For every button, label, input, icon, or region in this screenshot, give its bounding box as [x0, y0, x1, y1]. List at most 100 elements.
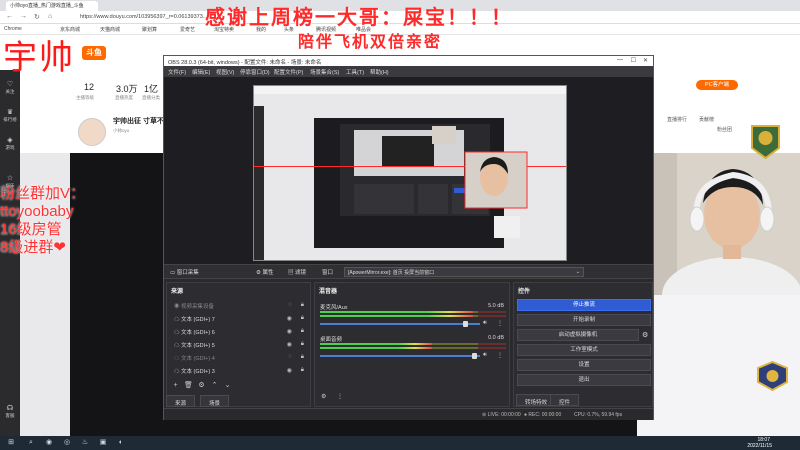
refresh-icon[interactable]: ↻	[34, 13, 40, 21]
virtual-camera-button[interactable]: 启动虚拟摄像机	[517, 329, 639, 341]
lock-icon[interactable]: 🔒︎	[301, 302, 304, 309]
channel-db: 0.0 dB	[488, 335, 504, 341]
volume-slider[interactable]	[320, 355, 480, 357]
tab-scenes[interactable]: 场景	[200, 395, 230, 407]
avatar[interactable]	[78, 118, 106, 146]
maximize-icon[interactable]: ☐	[631, 57, 636, 64]
speaker-icon[interactable]: 🔊︎	[483, 352, 487, 359]
eye-icon[interactable]: ◉	[287, 315, 292, 322]
text-icon: ☁	[174, 330, 182, 336]
lock-icon[interactable]: 🔒︎	[301, 328, 304, 335]
star-icon: ☆	[6, 175, 14, 182]
trash-icon[interactable]: 🗑︎	[182, 381, 195, 389]
add-icon[interactable]: +	[169, 382, 182, 389]
bookmark-item[interactable]: 爱奇艺	[180, 26, 195, 33]
tab-controls[interactable]: 控件	[550, 394, 580, 406]
clock-date[interactable]: 2022/11/15	[747, 443, 772, 449]
level-meter-fill	[320, 347, 432, 349]
lock-icon[interactable]: 🔒︎	[301, 367, 304, 374]
bookmark-item[interactable]: 聚划算	[142, 26, 157, 33]
stat-value: 3.0万	[116, 84, 138, 94]
menu-file[interactable]: 文件(F)	[168, 68, 186, 76]
gear-icon[interactable]: ⚙	[642, 331, 648, 339]
eye-icon[interactable]: ◉	[287, 367, 292, 374]
steam-taskbar-icon[interactable]: ♨	[80, 438, 90, 448]
source-item[interactable]: ☁ 文本 (GDI+) 6 ◉ 🔒︎	[170, 326, 308, 337]
fan-group-line: 粉丝群加V：	[0, 185, 86, 202]
site-logo[interactable]: 斗鱼	[82, 46, 106, 60]
tab-sources[interactable]: 来源	[166, 395, 196, 407]
volume-knob[interactable]	[463, 321, 468, 327]
arrow-down-icon[interactable]: ⌄	[221, 381, 234, 389]
settings-button[interactable]: 设置	[517, 359, 651, 371]
sidebar-item-ranking[interactable]: ♛ 排行榜	[0, 108, 20, 123]
menu-docks[interactable]: 停靠窗口(D)	[240, 68, 270, 76]
start-icon[interactable]: ⊞	[6, 438, 16, 448]
source-item[interactable]: ☁ 文本 (GDI+) 3 ◉ 🔒︎	[170, 365, 308, 376]
source-item[interactable]: ☁ 文本 (GDI+) 4 ◌ 🔒︎	[170, 352, 308, 363]
gear-icon[interactable]: ⚙	[321, 393, 326, 400]
source-item[interactable]: ◉ 视频采集设备 ◌ 🔒︎	[170, 300, 308, 311]
studio-mode-button[interactable]: 工作室模式	[517, 344, 651, 356]
gear-icon[interactable]: ⚙	[195, 381, 208, 389]
kebab-menu-icon[interactable]: ⋮	[497, 352, 503, 359]
back-icon[interactable]: ←	[6, 13, 13, 20]
volume-knob[interactable]	[472, 353, 477, 359]
address-bar[interactable]: https://www.douyu.com/103956397_r=0.0613…	[80, 14, 207, 20]
volume-slider[interactable]	[320, 323, 480, 325]
browser-tab[interactable]: 小帅oyo直播_热门游戏直播_斗鱼	[6, 1, 98, 11]
eye-off-icon[interactable]: ◌	[288, 302, 292, 308]
tab-rank[interactable]: 直播排行	[667, 116, 687, 123]
kebab-menu-icon[interactable]: ⋮	[337, 393, 343, 400]
menu-profile[interactable]: 配置文件(P)	[274, 68, 303, 76]
lock-icon[interactable]: 🔒︎	[301, 315, 304, 322]
channel-db: 5.0 dB	[488, 303, 504, 309]
tab-contribution[interactable]: 贡献榜	[699, 116, 714, 123]
start-recording-button[interactable]: 开始录制	[517, 314, 651, 326]
speaker-icon[interactable]: 🔊︎	[483, 320, 487, 327]
sidebar-item-follow[interactable]: ♡ 关注	[0, 80, 20, 95]
bookmark-item[interactable]: 天猫商城	[100, 26, 120, 33]
sidebar-label: 关注	[5, 89, 15, 94]
menu-scene-collection[interactable]: 场景集合(S)	[310, 68, 339, 76]
lock-icon[interactable]: 🔒︎	[301, 341, 304, 348]
arrow-up-icon[interactable]: ⌃	[208, 381, 221, 389]
menu-edit[interactable]: 编辑(E)	[192, 68, 210, 76]
edge-taskbar-icon[interactable]: ◐	[116, 438, 126, 448]
obs-preview[interactable]	[164, 77, 653, 264]
home-icon[interactable]: ⌂	[48, 13, 52, 20]
eye-off-icon[interactable]: ◌	[288, 354, 292, 360]
trophy-icon: ♛	[6, 109, 14, 116]
pc-client-button[interactable]: PC客户端	[696, 80, 738, 90]
filters-button[interactable]: ▤ 滤镜	[288, 268, 306, 277]
close-icon[interactable]: ✕	[643, 57, 648, 64]
source-item[interactable]: ☁ 文本 (GDI+) 7 ◉ 🔒︎	[170, 313, 308, 324]
kebab-menu-icon[interactable]: ⋮	[497, 320, 503, 327]
app-taskbar-icon[interactable]: ▣	[98, 438, 108, 448]
menu-view[interactable]: 视图(V)	[216, 68, 234, 76]
sidebar-item-games[interactable]: ◈ 游戏	[0, 136, 20, 151]
gamepad-icon: ◈	[7, 137, 13, 144]
source-name: 文本 (GDI+) 5	[181, 343, 215, 349]
minimize-icon[interactable]: —	[617, 57, 623, 63]
obs-taskbar-icon[interactable]: ◉	[44, 438, 54, 448]
stop-streaming-button[interactable]: 停止推流	[517, 299, 651, 311]
eye-icon[interactable]: ◉	[287, 328, 292, 335]
forward-icon[interactable]: →	[20, 13, 27, 20]
menu-help[interactable]: 帮助(H)	[370, 68, 389, 76]
search-icon[interactable]: ⌕	[26, 438, 36, 448]
eye-icon[interactable]: ◉	[287, 341, 292, 348]
obs-menubar: 文件(F) 编辑(E) 视图(V) 停靠窗口(D) 配置文件(P) 场景集合(S…	[164, 66, 653, 77]
menu-tools[interactable]: 工具(T)	[346, 68, 364, 76]
exit-button[interactable]: 退出	[517, 374, 651, 386]
window-select[interactable]: [ApowerMirror.exe]: 首页 投屏当前窗口 ⌄	[344, 267, 584, 277]
chrome-taskbar-icon[interactable]: ◎	[62, 438, 72, 448]
preview-canvas[interactable]	[253, 85, 567, 261]
properties-button[interactable]: ⚙ 属性	[256, 268, 273, 277]
sidebar-item-service[interactable]: ☊ 客服	[0, 404, 20, 419]
source-item[interactable]: ☁ 文本 (GDI+) 5 ◉ 🔒︎	[170, 339, 308, 350]
lock-icon[interactable]: 🔒︎	[301, 354, 304, 361]
heart-icon: ♡	[6, 81, 14, 88]
controls-dock: 控件 停止推流 开始录制 启动虚拟摄像机 ⚙ 工作室模式 设置 退出 转场特效 …	[513, 282, 653, 407]
tab-fans[interactable]: 粉丝团	[717, 126, 732, 133]
